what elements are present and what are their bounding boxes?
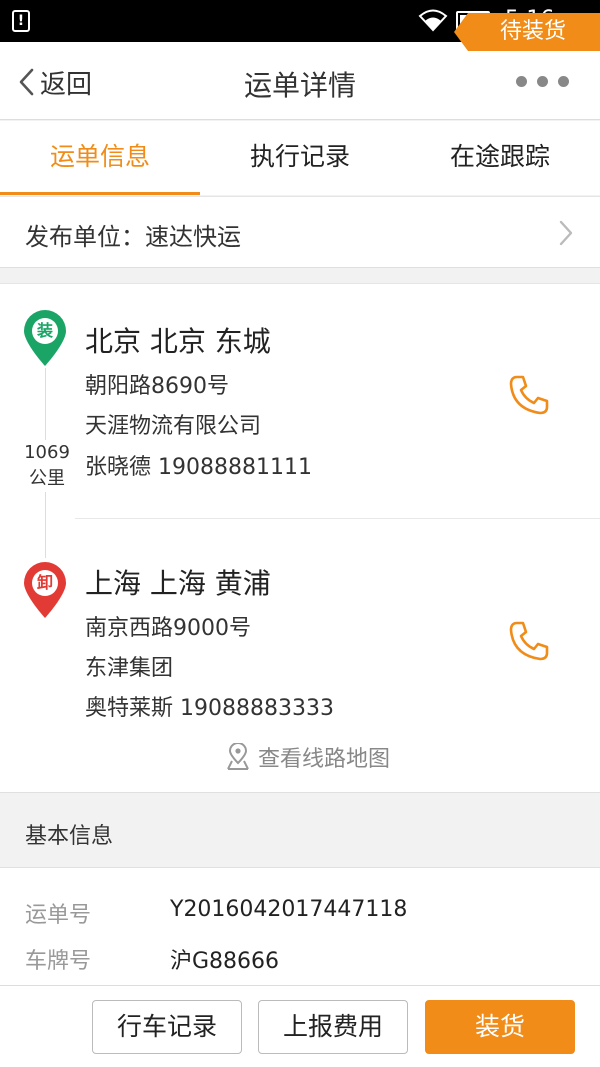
unload-pin-char: 卸 [36,573,53,592]
load-button[interactable]: 装货 [425,1000,575,1054]
info-value: Y2016042017447118 [170,897,408,922]
info-key: 车牌号 [25,949,92,974]
destination-address: 南京西路9000号 [85,616,251,641]
destination-city: 上海 上海 黄浦 [85,567,271,600]
more-dot-icon [558,76,569,87]
load-pin-char: 装 [36,321,53,340]
status-badge: 待装货 [454,13,600,51]
origin-contact: 张晓德 19088881111 [85,455,312,480]
call-destination-phone-icon[interactable] [507,619,551,663]
bottom-action-bar: 行车记录 上报费用 装货 [0,985,600,1067]
publisher-label: 发布单位：速达快运 [25,223,241,251]
back-label: 返回 [40,69,93,100]
route-distance: 1069 公里 [20,440,74,492]
report-fee-button[interactable]: 上报费用 [258,1000,408,1054]
chevron-right-icon [559,220,573,246]
wifi-icon [418,9,448,32]
distance-value: 1069 [24,442,70,463]
view-route-map-link[interactable]: 查看线路地图 [226,741,390,773]
destination-company: 东津集团 [85,656,174,681]
tab-in-transit-tracking[interactable]: 在途跟踪 [400,121,600,195]
unload-pin-icon: 卸 [22,561,68,619]
publisher-row[interactable]: 发布单位：速达快运 [0,196,600,268]
tab-execution-records[interactable]: 执行记录 [200,121,400,195]
view-route-map-label: 查看线路地图 [258,747,391,772]
info-value: 沪G88666 [170,949,280,974]
stop-divider [75,518,600,519]
back-button[interactable]: 返回 [18,66,93,100]
drive-record-button[interactable]: 行车记录 [92,1000,242,1054]
info-key: 运单号 [25,903,92,928]
tab-bar: 运单信息 执行记录 在途跟踪 [0,121,600,195]
chevron-left-icon [19,68,34,96]
distance-unit: 公里 [29,468,65,489]
destination-contact: 奥特莱斯 19088883333 [85,696,334,721]
basic-info-title: 基本信息 [25,824,114,849]
basic-info-list: 运单号 Y2016042017447118 车牌号 沪G88666 [0,868,600,986]
basic-info-header: 基本信息 [0,794,600,868]
tab-waybill-info[interactable]: 运单信息 [0,121,200,195]
origin-city: 北京 北京 东城 [85,325,271,358]
map-pin-icon [227,743,249,770]
call-origin-phone-icon[interactable] [507,373,551,417]
load-pin-icon: 装 [22,309,68,367]
origin-address: 朝阳路8690号 [85,374,229,399]
more-dot-icon [537,76,548,87]
alert-icon: ! [12,10,30,32]
more-options-button[interactable] [516,76,569,87]
nav-bar: 返回 运单详情 [0,42,600,120]
more-dot-icon [516,76,527,87]
origin-company: 天涯物流有限公司 [85,414,262,439]
